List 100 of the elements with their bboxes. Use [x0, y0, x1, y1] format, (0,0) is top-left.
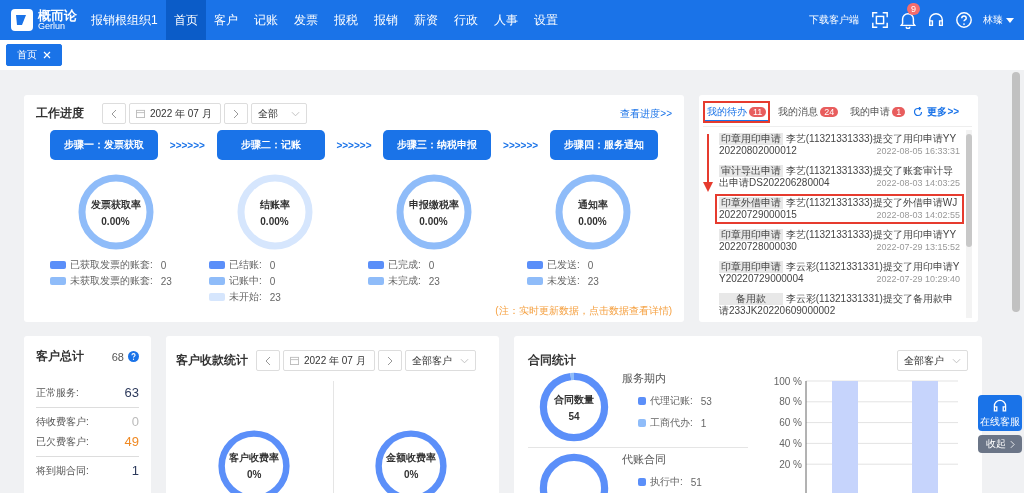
- more-link[interactable]: 更多>>: [927, 105, 960, 119]
- donut-chart[interactable]: [217, 428, 292, 493]
- count-badge: 11: [749, 107, 767, 117]
- legend-value[interactable]: 0: [587, 259, 594, 271]
- menu-item[interactable]: 发票: [285, 0, 326, 40]
- bell-icon[interactable]: [899, 11, 917, 29]
- stat-value[interactable]: 1: [131, 461, 139, 481]
- help-icon[interactable]: [955, 11, 973, 29]
- caret-icon[interactable]: [1006, 17, 1014, 23]
- group-title: 服务期内: [622, 371, 667, 386]
- donut-value: 0.00%: [260, 215, 289, 227]
- organization-name[interactable]: 报销根组织1: [87, 11, 166, 29]
- card-title: 客户总计: [36, 348, 85, 365]
- fullscreen-icon[interactable]: [871, 11, 889, 29]
- step-button[interactable]: 步骤二：记账: [216, 130, 325, 160]
- chevron-left-icon: [265, 355, 271, 366]
- card-title: 合同统计: [528, 352, 576, 369]
- legend-value[interactable]: 23: [587, 275, 599, 287]
- menu-item[interactable]: 设置: [525, 0, 566, 40]
- donut-value: 0.00%: [419, 215, 448, 227]
- donut-chart[interactable]: [538, 371, 610, 443]
- close-icon[interactable]: [43, 51, 51, 59]
- legend-label: 未发送:: [547, 274, 580, 288]
- menu-item[interactable]: 客户: [205, 0, 246, 40]
- view-progress-link[interactable]: 查看进度>>: [620, 106, 672, 121]
- menu-item[interactable]: 人事: [485, 0, 526, 40]
- task-item[interactable]: 印章外借申请 李艺(11321331333)提交了外借申请WJ20220729000015 2022-08-03 14:02:55: [715, 194, 964, 224]
- legend-value[interactable]: 0: [269, 259, 276, 271]
- step-button[interactable]: 步骤三：纳税申报: [383, 130, 492, 160]
- chevron-down-icon: [290, 110, 300, 117]
- page-tab[interactable]: 首页: [6, 44, 62, 66]
- month-field[interactable]: 2022 年 07 月: [129, 103, 221, 124]
- axis-tick-label: 80 %: [779, 396, 802, 408]
- step-button[interactable]: 步骤四：服务通知: [549, 130, 658, 160]
- chevron-right-icon: [232, 108, 239, 119]
- task-tab[interactable]: 我的待办 11: [703, 101, 771, 123]
- headset-icon[interactable]: [927, 11, 945, 29]
- task-item[interactable]: 印章用印申请 李云彩(11321331331)提交了用印申请YY20220729000004 2022-07-29 10:29:40: [715, 258, 964, 288]
- legend-label: 已完成:: [388, 258, 421, 272]
- calendar-icon: [136, 109, 145, 118]
- menu-item[interactable]: 首页: [165, 0, 206, 40]
- chevron-left-icon: [111, 108, 117, 119]
- menu-item[interactable]: 记账: [245, 0, 286, 40]
- task-item[interactable]: 印章用印申请 李艺(11321331333)提交了用印申请YY20220802000012 2022-08-05 16:33:31: [715, 130, 964, 160]
- task-item[interactable]: 印章用印申请 李艺(11321331333)提交了用印申请YY20220728000030 2022-07-29 13:15:52: [715, 226, 964, 256]
- chevron-down-icon: [459, 357, 469, 364]
- filter-select[interactable]: 全部客户: [897, 350, 968, 371]
- task-item[interactable]: 审计导出申请 李艺(11321331333)提交了账套审计导出申请DS202206280004 2022-08-03 14:03:25: [715, 162, 964, 192]
- donut-title: 申报缴税率: [408, 197, 459, 212]
- menu-item[interactable]: 报税: [325, 0, 366, 40]
- help-icon[interactable]: [128, 351, 139, 362]
- legend-label: 未开始:: [229, 290, 262, 304]
- note-text: (注：实时更新数据，点击数据查看详情): [495, 304, 672, 318]
- menu-item[interactable]: 薪资: [405, 0, 446, 40]
- count-badge: 24: [820, 107, 839, 117]
- step-button[interactable]: 步骤一：发票获取: [50, 130, 158, 160]
- legend-value[interactable]: 23: [160, 275, 172, 287]
- donut-title: 金额收费率: [386, 451, 437, 465]
- donut-chart[interactable]: [374, 428, 449, 493]
- legend-label: 未完成:: [388, 274, 421, 288]
- page-scrollbar[interactable]: [1012, 72, 1020, 312]
- online-service-button[interactable]: 在线客服: [978, 395, 1022, 431]
- month-field[interactable]: 2022 年 07 月: [283, 350, 375, 371]
- chevron-right-icon: [386, 355, 393, 366]
- headset-icon: [992, 397, 1008, 414]
- legend-value[interactable]: 23: [269, 291, 281, 303]
- stat-value[interactable]: 63: [124, 383, 139, 403]
- card-title: 工作进度: [36, 105, 84, 122]
- menu-item[interactable]: 行政: [445, 0, 486, 40]
- stat-label: 正常服务:: [36, 386, 79, 400]
- donut-value: 0.00%: [101, 215, 130, 227]
- collapse-button[interactable]: 收起: [978, 435, 1022, 453]
- legend-value: 53: [700, 395, 712, 407]
- legend-value[interactable]: 0: [428, 259, 435, 271]
- axis-tick-label: 20 %: [779, 458, 802, 470]
- scrollbar[interactable]: [966, 130, 972, 318]
- legend-label: 执行中:: [650, 475, 683, 489]
- legend-value[interactable]: 0: [160, 259, 167, 271]
- user-menu[interactable]: 林臻: [983, 13, 1003, 27]
- chevron-down-icon: [952, 357, 961, 364]
- donut-title: 通知率: [577, 197, 608, 212]
- filter-select[interactable]: 全部客户: [404, 350, 476, 371]
- legend-value: 51: [690, 476, 702, 488]
- legend-value[interactable]: 0: [269, 275, 276, 287]
- stat-label: 待收费客户:: [36, 415, 89, 429]
- calendar-icon: [290, 356, 299, 365]
- logo-icon: [10, 8, 34, 32]
- count-badge: 1: [892, 107, 906, 117]
- refresh-icon[interactable]: [913, 107, 924, 117]
- task-tab[interactable]: 我的申请 1: [846, 101, 910, 123]
- legend-value[interactable]: 23: [428, 275, 440, 287]
- menu-item[interactable]: 报销: [365, 0, 406, 40]
- donut-title: 结账率: [259, 197, 290, 212]
- logo-subtitle: Gerlun: [38, 22, 65, 31]
- axis-tick-label: 60 %: [779, 417, 802, 429]
- task-item[interactable]: 备用款 李云彩(11321331331)提交了备用款申请233JK20220609000002: [715, 290, 964, 320]
- task-tab[interactable]: 我的消息 24: [774, 101, 843, 123]
- logo-name: 概而论: [38, 9, 77, 22]
- filter-select[interactable]: 全部: [250, 103, 307, 124]
- download-link[interactable]: 下载客户端: [809, 13, 859, 27]
